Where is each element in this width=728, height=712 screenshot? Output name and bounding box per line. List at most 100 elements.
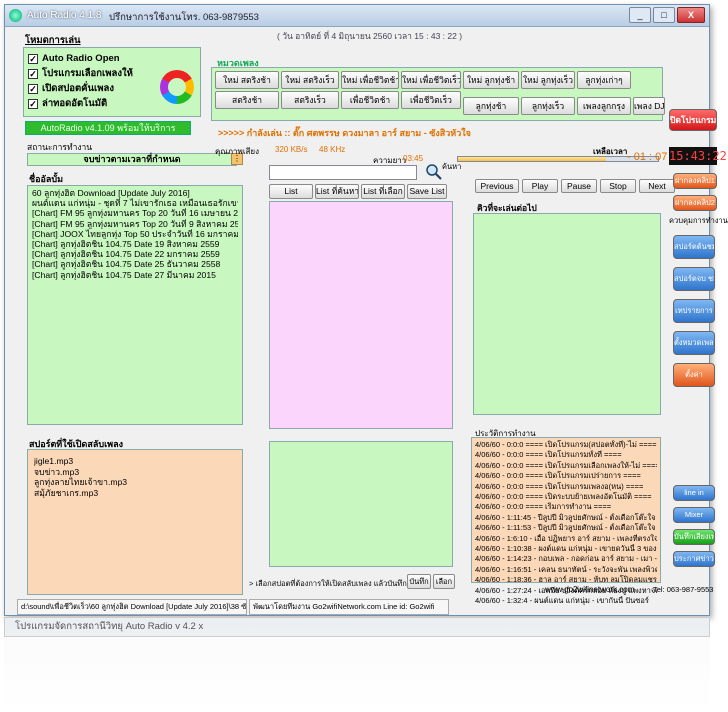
- album-item[interactable]: [Chart] FM 95 ลูกทุ่งมหานคร Top 20 วันที…: [32, 208, 238, 218]
- minimize-button[interactable]: _: [629, 7, 651, 23]
- play-mode-option-label: ล่าทอดอัตโนมัติ: [42, 98, 108, 109]
- album-item[interactable]: [Chart] ลูกทุ่งฮิตชิน 104.75 Date 27 มีน…: [32, 270, 238, 280]
- lower-button[interactable]: line in: [673, 485, 715, 501]
- status-path: d:\sound\เพื่อชีวิตเร็ว\60 ลูกทุ่งฮิต Do…: [17, 599, 247, 615]
- play-mode-option[interactable]: ✓ โปรแกรมเลือกเพลงให้: [28, 67, 133, 82]
- song-group-button[interactable]: เพื่อชีวิตเร็ว: [401, 91, 461, 109]
- song-group-button[interactable]: เพลงลูกกรุง: [577, 97, 631, 115]
- samplerate: 48 KHz: [319, 145, 346, 154]
- queue-list[interactable]: [473, 213, 661, 415]
- song-group-button[interactable]: ลูกทุ่งเร็ว: [521, 97, 575, 115]
- song-group-button[interactable]: ใหม่ ลูกทุ่งเร็ว: [521, 71, 575, 89]
- title-contact: ปรึกษาการใช้งานโทร. 063-9879553: [109, 12, 259, 23]
- song-group-button[interactable]: ใหม่ เพื่อชีวิตช้า: [341, 71, 399, 89]
- song-group-button[interactable]: ใหม่ ลูกทุ่งช้า: [463, 71, 519, 89]
- spot-item[interactable]: ลูกทุ่งลายไทยเจ้าขา.mp3: [34, 477, 236, 488]
- color-wheel-logo: [160, 70, 194, 104]
- checkbox[interactable]: ✓: [28, 99, 38, 109]
- play-mode-option-label: โปรแกรมเลือกเพลงให้: [42, 68, 133, 79]
- history-entry: 4/06/60 - 0:0:0 ==== เปิดระบบย้ายเพลงอัต…: [475, 492, 652, 502]
- album-item[interactable]: [Chart] ลูกทุ่งฮิตชิน 104.75 Date 25 ธัน…: [32, 259, 238, 269]
- song-group-button[interactable]: ใหม่ เพื่อชีวิตเร็ว: [401, 71, 461, 89]
- control-button[interactable]: สปอร์ตจบ ชม: [673, 267, 715, 291]
- history-log[interactable]: 4/06/60 - 0:0:0 ==== เปิดโปรแกรม(สปอตทั้…: [471, 437, 661, 605]
- song-group-button[interactable]: ใหม่ สตริงช้า: [215, 71, 279, 89]
- lower-button[interactable]: บันทึกเสียงเพลง: [673, 529, 715, 545]
- spot-select-list[interactable]: [269, 441, 453, 567]
- checkbox[interactable]: ✓: [28, 84, 38, 94]
- spot-list[interactable]: jigle1.mp3 จบข่าว.mp3 ลูกทุ่งลายไทยเจ้าขา.…: [27, 449, 243, 595]
- list-tab[interactable]: List: [269, 184, 313, 199]
- history-entry: 4/06/60 - 0:0:0 ==== เริ่มการทำงาน ====: [475, 502, 612, 512]
- checkbox[interactable]: ✓: [28, 69, 38, 79]
- song-group-button[interactable]: เพลง DJ: [633, 97, 665, 115]
- album-item[interactable]: 60 ลูกทุ่งฮิต Download [Update July 2016…: [32, 188, 238, 198]
- album-list[interactable]: 60 ลูกทุ่งฮิต Download [Update July 2016…: [27, 185, 243, 425]
- album-item[interactable]: [Chart] JOOX ไทยลูกทุ่ง Top 50 ประจำวันท…: [32, 229, 238, 239]
- search-icon[interactable]: [425, 163, 443, 181]
- history-entry: 4/06/60 - 1:32:4 - ผนต์แดน แก่หนุ่ม - เข…: [475, 596, 649, 606]
- window-reflection: [4, 616, 710, 712]
- window-title: Auto Radio 4.1.8: [27, 10, 102, 21]
- play-mode-option[interactable]: ✓ เปิดสปอตคั่นเพลง: [28, 82, 133, 97]
- player-play-button[interactable]: Play: [522, 179, 558, 193]
- control-button[interactable]: ตั้งค่า: [673, 363, 715, 387]
- history-entry: 4/06/60 - 1:11:45 - ปีลูปปี มิวลูปยศักษณ…: [475, 512, 657, 522]
- album-item[interactable]: [Chart] ลูกทุ่งฮิตชิน 104.75 Date 19 สิง…: [32, 239, 238, 249]
- control-button[interactable]: เทปรายการ: [673, 299, 715, 323]
- song-group-button[interactable]: เพื่อชีวิตช้า: [341, 91, 399, 109]
- album-item[interactable]: ผนต์แดน แก่หนุ่ม - ชุดที่ 7 ไม่เขารักเธอ…: [32, 198, 238, 208]
- search-input[interactable]: [269, 165, 417, 180]
- pick-spot-button[interactable]: เลือก: [433, 574, 455, 589]
- app-icon: [9, 9, 22, 22]
- player-stop-button[interactable]: Stop: [600, 179, 636, 193]
- song-group-button[interactable]: สตริงเร็ว: [281, 91, 339, 109]
- close-button[interactable]: X: [677, 7, 705, 23]
- player-next-button[interactable]: Next: [639, 179, 675, 193]
- history-entry: 4/06/60 - 0:0:0 ==== เปิดโปรแกรมเพลงอ(หน…: [475, 481, 644, 491]
- history-entry: 4/06/60 - 1:14:23 - กอบเพล - กอดก่อน อาร…: [475, 554, 657, 564]
- song-group-button[interactable]: ลูกทุ่งเก่าๆ: [577, 71, 631, 89]
- remain-value: - 01 : 07: [627, 151, 668, 163]
- side-link-button[interactable]: ฝากลงคลิป2: [673, 195, 717, 211]
- control-heading: ควบคุมการทำงาน: [669, 216, 728, 225]
- spot-item[interactable]: จบข่าว.mp3: [34, 467, 236, 478]
- history-entry: 4/06/60 - 1:10:38 - ผงต์แดน แก่หนุ่ม - เ…: [475, 544, 657, 554]
- history-entry: 4/06/60 - 1:16:51 - เคลน ธนาทัตน์ - ระวั…: [475, 564, 657, 574]
- control-button[interactable]: สปอร์ตต้นชม: [673, 235, 715, 259]
- version-banner: AutoRadio v4.1.09 พร้อมให้บริการ: [25, 121, 191, 135]
- side-link-button[interactable]: ฝากลงคลิป1: [673, 173, 717, 189]
- remain-label: เหลือเวลา: [593, 147, 628, 156]
- player-pause-button[interactable]: Pause: [561, 179, 597, 193]
- album-item[interactable]: [Chart] ลูกทุ่งฮิตชิน 104.75 Date 22 มกร…: [32, 249, 238, 259]
- clock: 15:43:22: [669, 147, 727, 165]
- player-previous-button[interactable]: Previous: [475, 179, 519, 193]
- search-label: ค้นหา: [442, 162, 462, 171]
- datetime-display: ( วัน อาทิตย์ ที่ 4 มิถุนายน 2560 เวลา 1…: [277, 31, 463, 41]
- play-mode-panel: ✓ Auto Radio Open ✓ โปรแกรมเลือกเพลงให้ ✓ เปิ…: [23, 47, 201, 117]
- lower-button[interactable]: Mixer: [673, 507, 715, 523]
- song-list[interactable]: [269, 201, 453, 429]
- list-tab[interactable]: Save List: [407, 184, 447, 199]
- album-item[interactable]: [Chart] FM 95 ลูกทุ่งมหานคร Top 20 วันที…: [32, 219, 238, 229]
- list-tab[interactable]: List ที่ค้นหา: [315, 184, 359, 199]
- play-mode-option-label: เปิดสปอตคั่นเพลง: [42, 83, 114, 94]
- spot-item[interactable]: สมุ้ภัยชาเกร.mp3: [34, 488, 236, 499]
- song-group-button[interactable]: ลูกทุ่งช้า: [463, 97, 519, 115]
- spot-item[interactable]: jigle1.mp3: [34, 456, 236, 467]
- control-button[interactable]: ตั้งหมวดเพลง: [673, 331, 715, 355]
- status-heading: สถานะการทำงาน: [27, 142, 93, 152]
- title-bar: Auto Radio 4.1.8 ปรึกษาการใช้งานโทร. 063…: [5, 5, 709, 27]
- play-mode-option[interactable]: ✓ ล่าทอดอัตโนมัติ: [28, 97, 133, 112]
- list-tab[interactable]: List ที่เลือก: [361, 184, 405, 199]
- save-spot-button[interactable]: บันทึก: [407, 574, 431, 589]
- song-group-button[interactable]: ใหม่ สตริงเร็ว: [281, 71, 339, 89]
- lower-button[interactable]: ประกาศข่าวสั้น: [673, 551, 715, 567]
- checkbox[interactable]: ✓: [28, 54, 38, 64]
- album-heading: ชื่ออัลบั้ม: [29, 174, 64, 184]
- song-group-button[interactable]: สตริงช้า: [215, 91, 279, 109]
- maximize-button[interactable]: □: [653, 7, 675, 23]
- exit-button[interactable]: ปิดโปรแกรม: [669, 109, 717, 131]
- play-mode-option[interactable]: ✓ Auto Radio Open: [28, 52, 133, 67]
- status-developer: พัฒนาโดยทีมงาน Go2wifiNetwork.com Line i…: [249, 599, 449, 615]
